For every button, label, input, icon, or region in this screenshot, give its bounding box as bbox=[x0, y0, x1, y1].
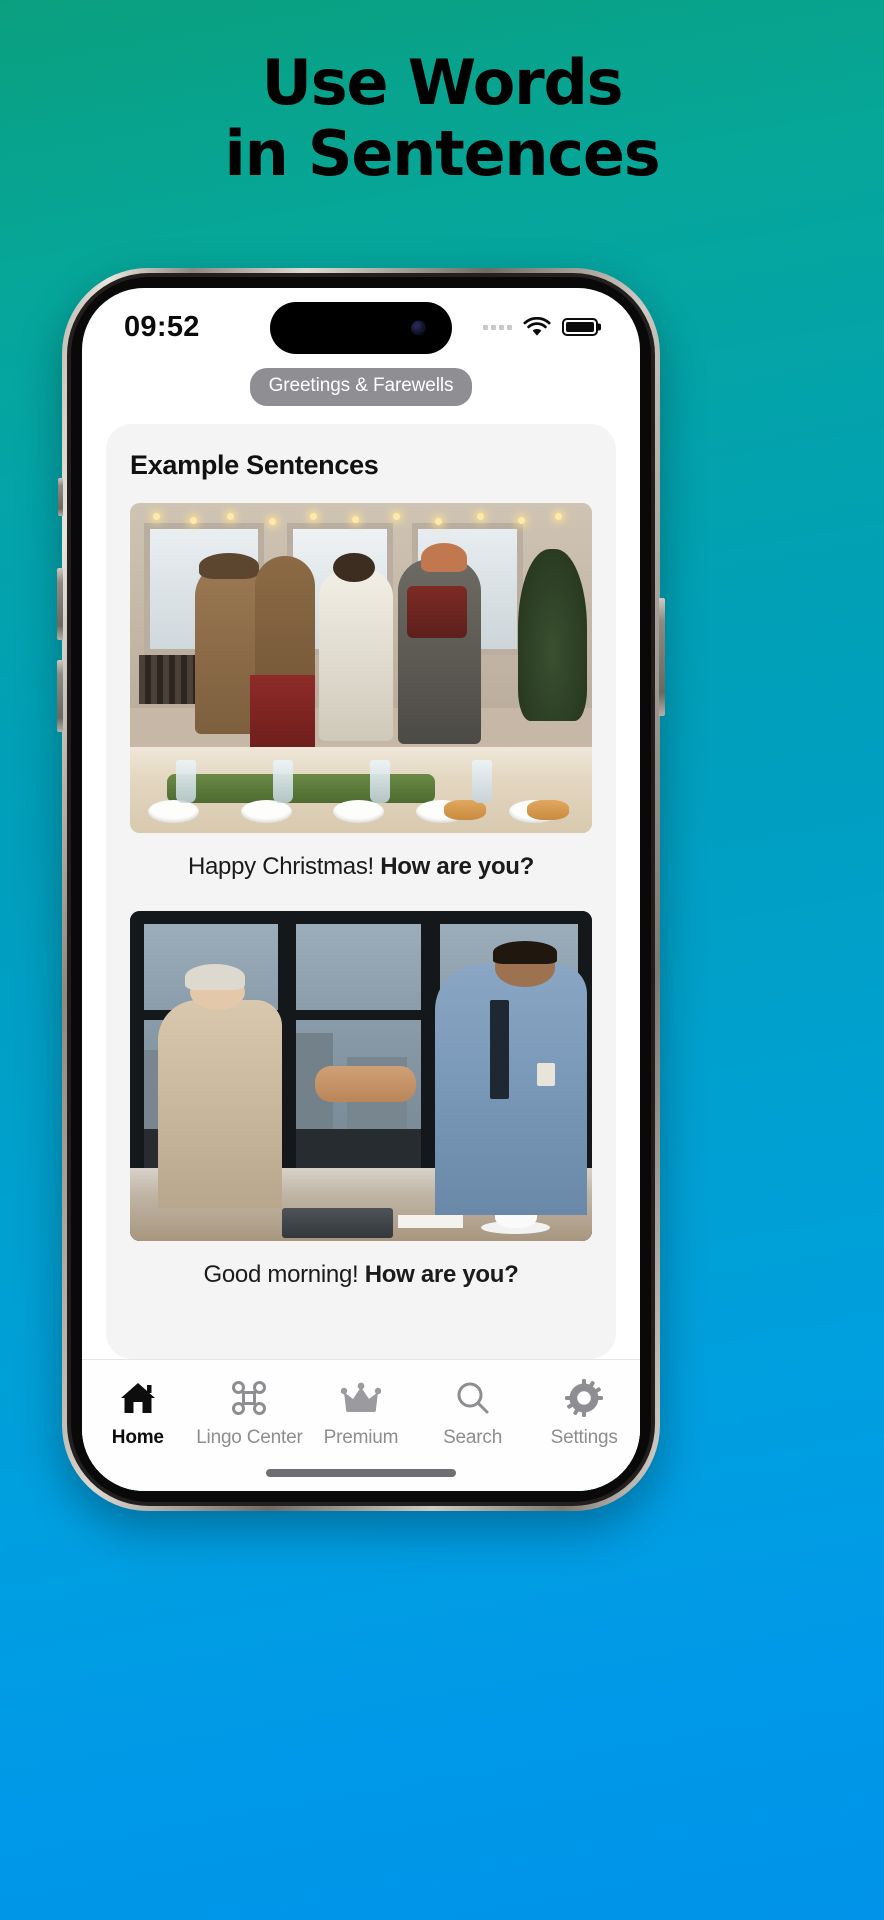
sentence-plain-text: Good morning! bbox=[203, 1261, 365, 1288]
volume-down-button[interactable] bbox=[57, 660, 63, 732]
card-title: Example Sentences bbox=[130, 450, 379, 480]
office-handshake-photo[interactable] bbox=[130, 911, 592, 1241]
phone-screen: 09:52 Greetings & Farewells Example Sent… bbox=[82, 288, 640, 1491]
power-button[interactable] bbox=[659, 598, 665, 716]
wifi-icon bbox=[523, 316, 551, 336]
search-icon bbox=[455, 1378, 491, 1418]
front-camera-icon bbox=[411, 320, 426, 336]
tab-home[interactable]: Home bbox=[82, 1378, 194, 1449]
tab-label: Search bbox=[443, 1427, 503, 1448]
tab-settings[interactable]: Settings bbox=[528, 1378, 640, 1449]
status-bar-indicators bbox=[483, 316, 598, 338]
tab-label: Settings bbox=[550, 1427, 618, 1448]
tab-label: Lingo Center bbox=[196, 1427, 303, 1448]
gear-icon bbox=[565, 1378, 604, 1418]
home-icon bbox=[119, 1378, 157, 1418]
home-indicator[interactable] bbox=[266, 1469, 456, 1477]
tab-lingo-center[interactable]: Lingo Center bbox=[194, 1378, 306, 1449]
crown-icon bbox=[340, 1378, 381, 1418]
headline-line-1: Use Words bbox=[261, 46, 624, 119]
sentence-item[interactable]: Happy Christmas! How are you? bbox=[130, 503, 592, 881]
poster-headline: Use Words in Sentences bbox=[0, 46, 884, 190]
status-bar: 09:52 bbox=[82, 288, 640, 354]
tab-label: Home bbox=[111, 1427, 164, 1448]
example-sentences-card: Example Sentences Happy Christmas! How a… bbox=[106, 424, 616, 1359]
sentence-caption: Happy Christmas! How are you? bbox=[130, 833, 592, 881]
silent-switch-button[interactable] bbox=[58, 478, 63, 516]
sentence-caption: Good morning! How are you? bbox=[130, 1241, 592, 1289]
command-icon bbox=[231, 1378, 267, 1418]
sentence-bold-text: How are you? bbox=[380, 853, 535, 880]
volume-up-button[interactable] bbox=[57, 568, 63, 640]
sentence-plain-text: Happy Christmas! bbox=[187, 853, 381, 880]
scroll-content[interactable]: Example Sentences Happy Christmas! How a… bbox=[82, 424, 640, 1359]
sentence-bold-text: How are you? bbox=[364, 1261, 519, 1288]
christmas-gathering-photo[interactable] bbox=[130, 503, 592, 833]
signal-dots-icon bbox=[483, 324, 512, 330]
dynamic-island bbox=[270, 302, 452, 354]
app-content: Greetings & Farewells Example Sentences bbox=[82, 352, 640, 1491]
status-bar-time: 09:52 bbox=[124, 310, 200, 343]
tab-premium[interactable]: Premium bbox=[305, 1378, 417, 1449]
tab-search[interactable]: Search bbox=[417, 1378, 529, 1449]
sentence-item[interactable]: Good morning! How are you? bbox=[130, 911, 592, 1289]
battery-full-icon bbox=[562, 318, 598, 336]
topic-pill[interactable]: Greetings & Farewells bbox=[249, 368, 473, 406]
phone-mockup: 09:52 Greetings & Farewells Example Sent… bbox=[57, 268, 665, 1511]
topic-bar: Greetings & Farewells bbox=[82, 352, 640, 424]
headline-line-2: in Sentences bbox=[224, 116, 661, 190]
tab-label: Premium bbox=[323, 1427, 399, 1448]
